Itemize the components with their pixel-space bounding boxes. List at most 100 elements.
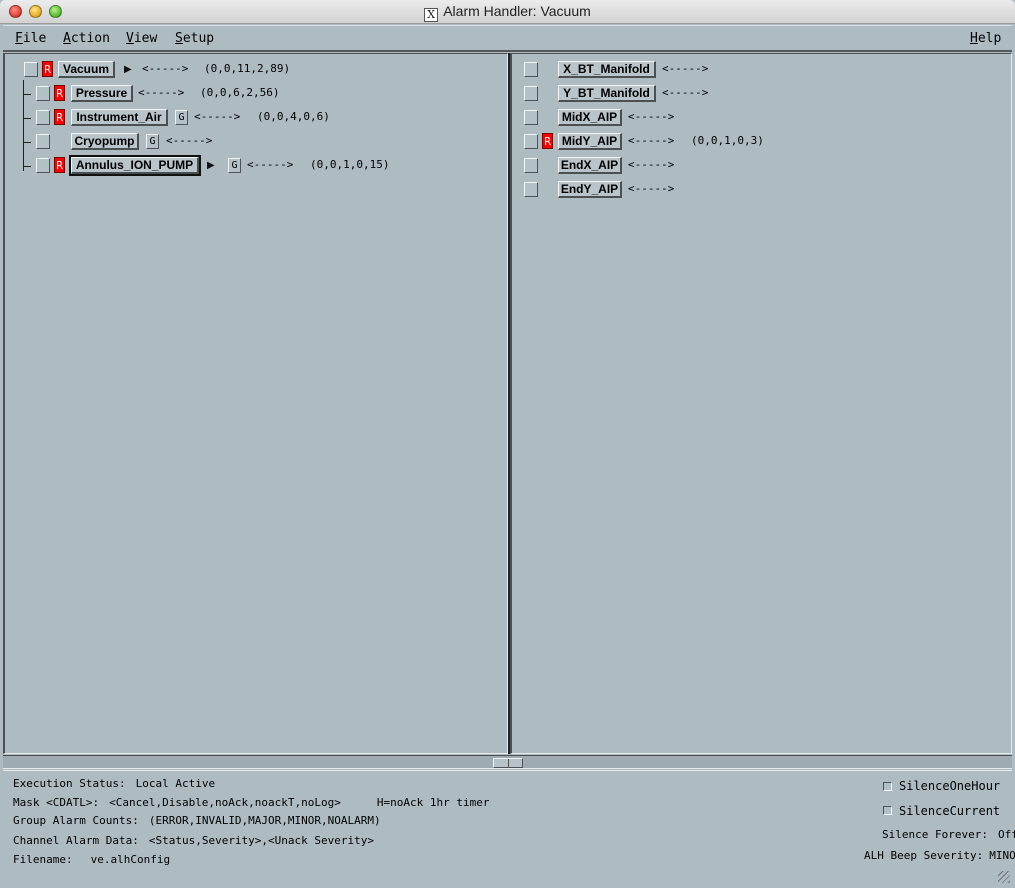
group-button-instrument-air[interactable]: Instrument_Air — [71, 109, 168, 126]
list-item-endy-aip: EndY_AIP <-----> — [512, 181, 1007, 201]
alarm-flag-r: R — [54, 109, 65, 125]
sash-handle[interactable] — [493, 758, 523, 768]
menu-help[interactable]: Help — [970, 31, 1001, 46]
filename-label: Filename: — [13, 853, 73, 866]
group-alarm-counts-label: Group Alarm Counts: — [13, 814, 139, 827]
ack-button[interactable] — [524, 62, 538, 77]
x11-logo-icon: X — [424, 8, 439, 22]
group-tree-pane: R Vacuum ▶ <-----> (0,0,11,2,89) R Press… — [3, 53, 508, 754]
link-indicator: <-----> — [138, 86, 185, 99]
alarm-counts: (0,0,11,2,89) — [204, 62, 291, 75]
channel-button-midy-aip[interactable]: MidY_AIP — [558, 133, 622, 150]
menu-help-label: Help — [970, 31, 1002, 46]
menu-view[interactable]: View — [126, 31, 157, 46]
ack-button[interactable] — [36, 134, 50, 149]
beep-severity: ALH Beep Severity: MINOR — [864, 849, 1015, 863]
alarm-counts: (0,0,1,0,15) — [310, 158, 390, 171]
ack-button[interactable] — [36, 110, 50, 125]
mask-label: Mask <CDATL>: — [13, 796, 100, 809]
group-button-annulus-ion-pump[interactable]: Annulus_ION_PUMP — [69, 155, 201, 176]
filename: Filename: ve.alhConfig — [13, 853, 170, 867]
channel-alarm-data-value: <Status,Severity>,<Unack Severity> — [148, 834, 375, 847]
group-alarm-counts-value: (ERROR,INVALID,MAJOR,MINOR,NOALARM) — [148, 814, 381, 827]
menu-bar: File Action View Setup Help — [3, 25, 1012, 52]
ack-button[interactable] — [524, 158, 538, 173]
link-indicator: <-----> — [166, 134, 213, 147]
list-item-midx-aip: MidX_AIP <-----> — [512, 109, 1007, 129]
resize-grip-icon[interactable] — [998, 871, 1010, 883]
silence-current-checkbox[interactable] — [883, 806, 892, 815]
menu-action[interactable]: Action — [63, 31, 110, 46]
link-indicator: <-----> — [628, 110, 675, 123]
channel-alarm-data-label: Channel Alarm Data: — [13, 834, 139, 847]
alarm-counts: (0,0,1,0,3) — [691, 134, 764, 147]
ack-button[interactable] — [524, 110, 538, 125]
channel-list-pane: X_BT_Manifold <-----> Y_BT_Manifold <---… — [510, 53, 1012, 754]
mask-legend: Mask <CDATL>: <Cancel,Disable,noAck,noack… — [13, 796, 489, 810]
ack-button[interactable] — [24, 62, 38, 77]
silence-one-hour-label[interactable]: SilenceOneHour — [899, 779, 1000, 793]
guidance-button[interactable]: G — [146, 134, 159, 149]
alarm-flag-r: R — [42, 61, 53, 77]
tree-row-vacuum: R Vacuum ▶ <-----> (0,0,11,2,89) — [5, 61, 505, 81]
title-bar: X Alarm Handler: Vacuum — [0, 0, 1015, 24]
window-title: Alarm Handler: Vacuum — [443, 3, 591, 19]
link-indicator: <-----> — [628, 158, 675, 171]
silence-forever-value: Off — [997, 828, 1015, 841]
silence-forever: Silence Forever: Off — [882, 828, 1015, 842]
pane-sash[interactable] — [3, 755, 1012, 769]
menu-view-label: View — [126, 31, 158, 46]
status-area: Execution Status: Local Active Mask <CDAT… — [3, 770, 1015, 885]
filename-value: ve.alhConfig — [90, 853, 171, 866]
guidance-button[interactable]: G — [175, 110, 188, 125]
alarm-counts: (0,0,6,2,56) — [200, 86, 280, 99]
channel-button-endy-aip[interactable]: EndY_AIP — [558, 181, 622, 198]
tree-row-annulus-ion-pump: R Annulus_ION_PUMP ▶ G <-----> (0,0,1,0,… — [5, 155, 505, 177]
group-button-pressure[interactable]: Pressure — [71, 85, 133, 102]
channel-button-midx-aip[interactable]: MidX_AIP — [558, 109, 622, 126]
channel-button-endx-aip[interactable]: EndX_AIP — [558, 157, 622, 174]
group-alarm-counts: Group Alarm Counts: (ERROR,INVALID,MAJOR,… — [13, 814, 381, 828]
execution-status-value: Local Active — [135, 777, 216, 790]
list-item-endx-aip: EndX_AIP <-----> — [512, 157, 1007, 177]
link-indicator: <-----> — [628, 182, 675, 195]
silence-one-hour-checkbox[interactable] — [883, 782, 892, 791]
silence-forever-label: Silence Forever: — [882, 828, 988, 841]
menu-setup[interactable]: Setup — [175, 31, 214, 46]
channel-button-x-bt-manifold[interactable]: X_BT_Manifold — [558, 61, 656, 78]
guidance-button[interactable]: G — [228, 158, 241, 173]
beep-severity-label: ALH Beep Severity: — [864, 849, 984, 862]
ack-button[interactable] — [36, 86, 50, 101]
group-button-cryopump[interactable]: Cryopump — [71, 133, 139, 150]
link-indicator: <-----> — [142, 62, 189, 75]
channel-alarm-data: Channel Alarm Data: <Status,Severity>,<Un… — [13, 834, 374, 848]
beep-severity-value: MINOR — [989, 849, 1015, 862]
ack-button[interactable] — [36, 158, 50, 173]
ack-button[interactable] — [524, 86, 538, 101]
link-indicator: <-----> — [247, 158, 294, 171]
ack-button[interactable] — [524, 134, 538, 149]
window-title-wrap: X Alarm Handler: Vacuum — [0, 3, 1015, 22]
channel-button-y-bt-manifold[interactable]: Y_BT_Manifold — [558, 85, 656, 102]
execution-status-label: Execution Status: — [13, 777, 126, 790]
menu-file[interactable]: File — [15, 31, 46, 46]
list-item-midy-aip: R MidY_AIP <-----> (0,0,1,0,3) — [512, 133, 1007, 153]
group-button-vacuum[interactable]: Vacuum — [58, 61, 115, 78]
menu-setup-label: Setup — [175, 31, 215, 46]
tree-row-cryopump: Cryopump G <-----> — [5, 133, 505, 153]
tree-row-instrument-air: R Instrument_Air G <-----> (0,0,4,0,6) — [5, 109, 505, 129]
triangle-right-icon[interactable]: ▶ — [207, 159, 215, 173]
alarm-flag-r: R — [54, 157, 65, 173]
menu-action-label: Action — [63, 31, 110, 46]
list-item-x-bt-manifold: X_BT_Manifold <-----> — [512, 61, 1007, 81]
alarm-flag-r: R — [542, 133, 553, 149]
execution-status: Execution Status: Local Active — [13, 777, 215, 791]
triangle-right-icon[interactable]: ▶ — [124, 63, 132, 77]
link-indicator: <-----> — [194, 110, 241, 123]
list-item-y-bt-manifold: Y_BT_Manifold <-----> — [512, 85, 1007, 105]
link-indicator: <-----> — [662, 86, 709, 99]
ack-button[interactable] — [524, 182, 538, 197]
tree-row-pressure: R Pressure <-----> (0,0,6,2,56) — [5, 85, 505, 105]
silence-current-label[interactable]: SilenceCurrent — [899, 804, 1000, 818]
menu-file-label: File — [15, 31, 47, 46]
